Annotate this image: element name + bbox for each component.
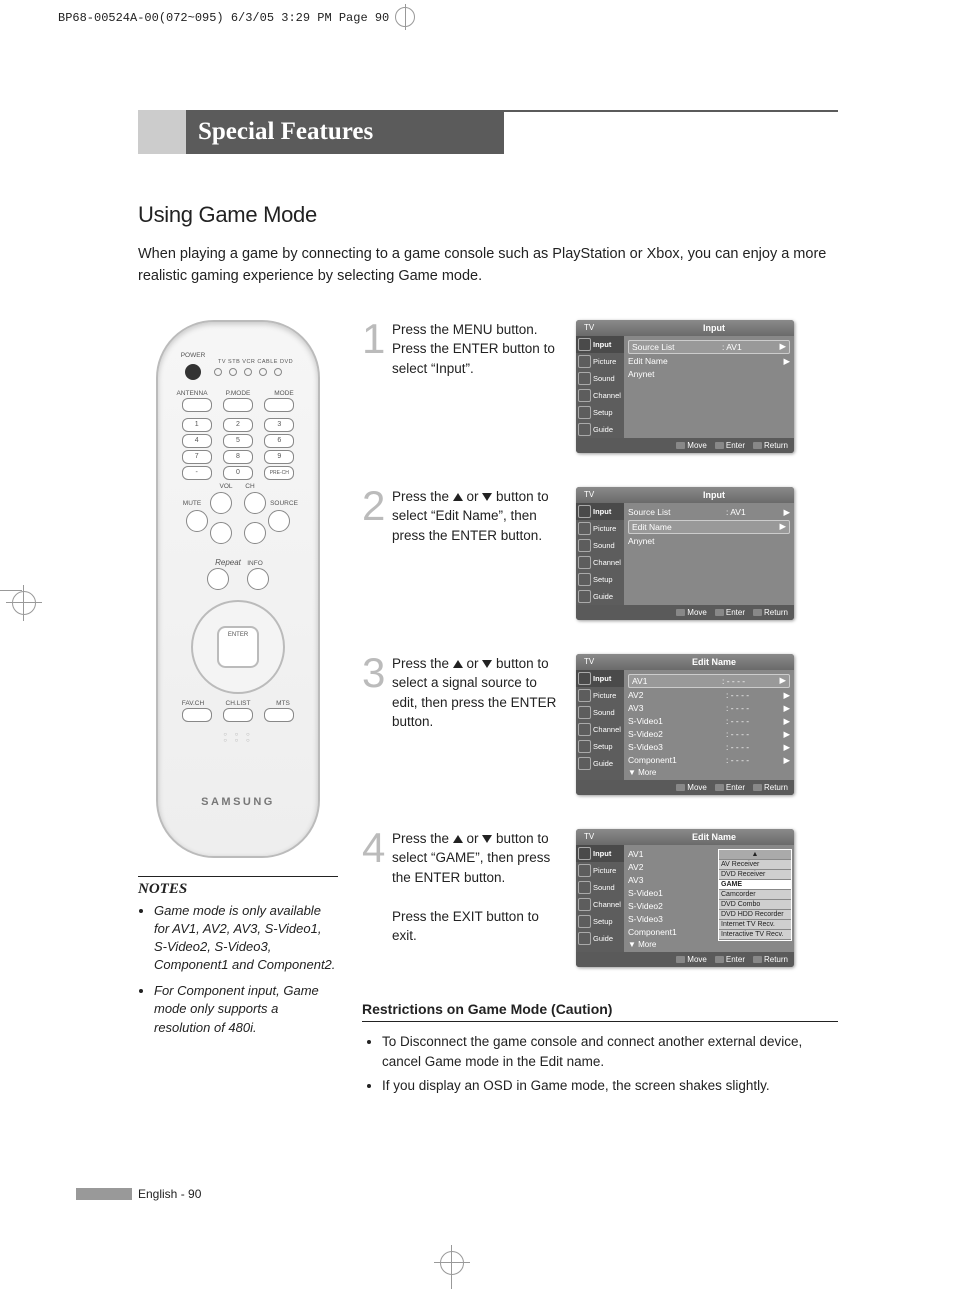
device-popup: ▲ AV Receiver DVD Receiver GAME Camcorde… <box>718 849 792 941</box>
step-2: 2 Press the or button to select “Edit Na… <box>362 487 838 620</box>
osd-screenshot: TVInput Input Picture Sound Channel Setu… <box>576 320 794 453</box>
intro-text: When playing a game by connecting to a g… <box>138 244 838 288</box>
notes-block: NOTES Game mode is only available for AV… <box>138 876 338 1037</box>
chapter-title: Special Features <box>186 110 504 154</box>
notes-heading: NOTES <box>138 876 338 898</box>
restrictions-heading: Restrictions on Game Mode (Caution) <box>362 1001 838 1022</box>
page-footer: English - 90 <box>76 1187 201 1201</box>
step-text: Press the or button to select a signal s… <box>392 654 576 795</box>
osd-screenshot: TVEdit Name Input Picture Sound Channel … <box>576 829 794 967</box>
note-item: For Component input, Game mode only supp… <box>154 982 338 1037</box>
osd-screenshot: TVEdit Name Input Picture Sound Channel … <box>576 654 794 795</box>
section-heading: Using Game Mode <box>138 202 838 228</box>
note-item: Game mode is only available for AV1, AV2… <box>154 902 338 975</box>
print-header: BP68-00524A-00(072~095) 6/3/05 3:29 PM P… <box>58 8 415 28</box>
step-text: Press the MENU button. Press the ENTER b… <box>392 320 576 453</box>
osd-screenshot: TVInput Input Picture Sound Channel Setu… <box>576 487 794 620</box>
step-3: 3 Press the or button to select a signal… <box>362 654 838 795</box>
step-text: Press the or button to select “Edit Name… <box>392 487 576 620</box>
registration-left <box>0 590 36 615</box>
chapter-title-bar: Special Features <box>138 110 838 154</box>
step-1: 1 Press the MENU button. Press the ENTER… <box>362 320 838 453</box>
remote-illustration: POWER TV STB VCR CABLE DVD ANTENNA P.MOD… <box>156 320 320 858</box>
restrictions-list: To Disconnect the game console and conne… <box>362 1032 838 1097</box>
step-text: Press the or button to select “GAME”, th… <box>392 829 576 967</box>
registration-bottom <box>440 1251 464 1275</box>
step-4: 4 Press the or button to select “GAME”, … <box>362 829 838 967</box>
